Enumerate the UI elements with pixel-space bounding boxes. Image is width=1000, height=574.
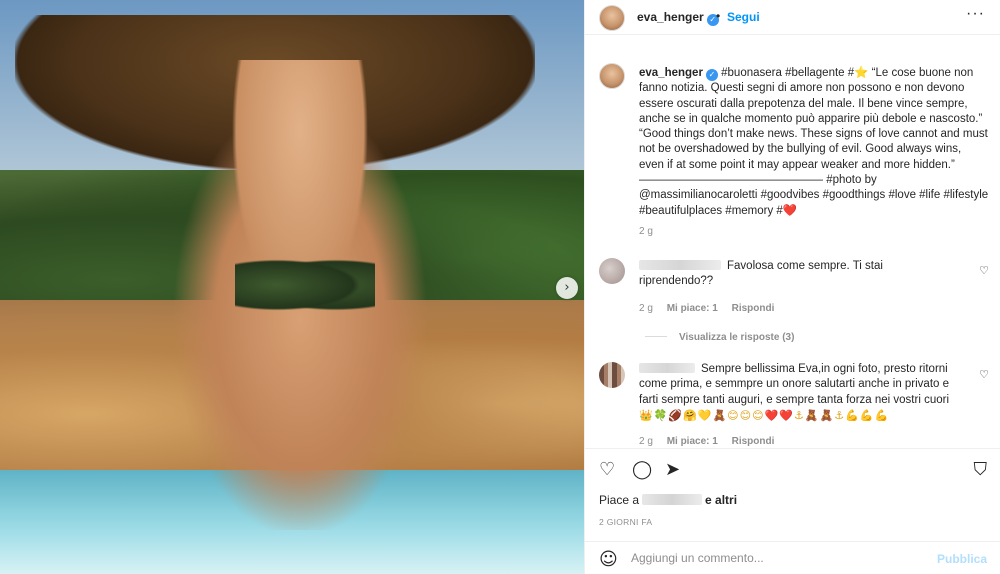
comment-icon[interactable]: ◯ [632,459,652,480]
comment-input[interactable] [631,551,931,565]
post-side-panel: eva_henger ✓ • Segui ··· eva_henger ✓ #buo… [584,0,1000,574]
caption-username[interactable]: eva_henger [639,67,703,79]
verified-badge-icon: ✓ [705,69,718,81]
comment-reply-button[interactable]: Rispondi [732,303,775,314]
comment-likes-count[interactable]: Mi piace: 1 [667,303,718,314]
caption-time: 2 g [639,226,653,237]
post-photo[interactable]: › [0,0,584,574]
comment-time: 2 g [639,303,653,314]
post-date: 2 GIORNI FA [599,517,653,527]
bookmark-icon[interactable]: ⛉ [974,459,988,480]
view-replies-button[interactable]: Visualizza le risposte (3) [645,332,794,343]
comment-item: Sempre bellissima Eva,in ogni foto, pres… [639,362,959,424]
likes-prefix: Piace a [599,493,640,507]
avatar[interactable] [599,5,625,31]
photo-bikini [235,255,375,315]
caption-avatar[interactable] [599,63,625,89]
comment-username-blurred[interactable] [639,260,721,270]
comment-like-heart-icon[interactable]: ♡ [979,368,989,381]
likes-others-link[interactable]: e altri [705,493,737,507]
comment-meta: 2 g Mi piace: 1 Rispondi [639,436,785,447]
header-username-text[interactable]: eva_henger [637,10,704,24]
liked-by-username-blurred[interactable] [642,494,703,505]
more-options-icon[interactable]: ··· [966,5,985,23]
comment-time: 2 g [639,436,653,447]
post-actions: ♡ ◯ ➤ ⛉ Piace a e altri 2 GIORNI FA ☺ Pub… [585,448,1000,574]
heart-icon[interactable]: ♡ [599,459,615,480]
follow-button[interactable]: Segui [727,10,760,24]
view-replies-label[interactable]: Visualizza le risposte (3) [679,332,794,343]
post-header: eva_henger ✓ • Segui ··· [585,0,1000,35]
publish-button[interactable]: Pubblica [937,552,987,566]
comment-avatar[interactable] [599,362,625,388]
comment-item: Favolosa come sempre. Ti stai riprendend… [639,259,959,290]
comment-username-blurred[interactable] [639,363,695,373]
comment-likes-count[interactable]: Mi piace: 1 [667,436,718,447]
separator-dot: • [716,9,721,23]
comments-scroll-area[interactable]: eva_henger ✓ #buonasera #bellagente #⭐ “L… [585,36,1000,448]
post-caption: eva_henger ✓ #buonasera #bellagente #⭐ “L… [639,66,989,219]
comment-reply-button[interactable]: Rispondi [732,436,775,447]
comment-avatar[interactable] [599,258,625,284]
smile-icon[interactable]: ☺ [599,549,618,570]
header-username[interactable]: eva_henger ✓ [637,10,719,26]
comment-emojis: 👑🍀🏈🤗💛🧸😊😊😊❤️❤️⚓🧸🧸⚓💪💪💪 [639,408,890,422]
comment-meta: 2 g Mi piace: 1 Rispondi [639,303,785,314]
paper-plane-icon[interactable]: ➤ [665,459,680,480]
add-comment-bar: ☺ Pubblica [585,541,1000,574]
comment-like-heart-icon[interactable]: ♡ [979,264,989,277]
replies-divider [645,336,667,337]
chevron-right-icon[interactable]: › [556,277,578,299]
likes-summary: Piace a e altri [599,493,737,507]
caption-text: #buonasera #bellagente #⭐ “Le cose buone… [639,67,989,217]
